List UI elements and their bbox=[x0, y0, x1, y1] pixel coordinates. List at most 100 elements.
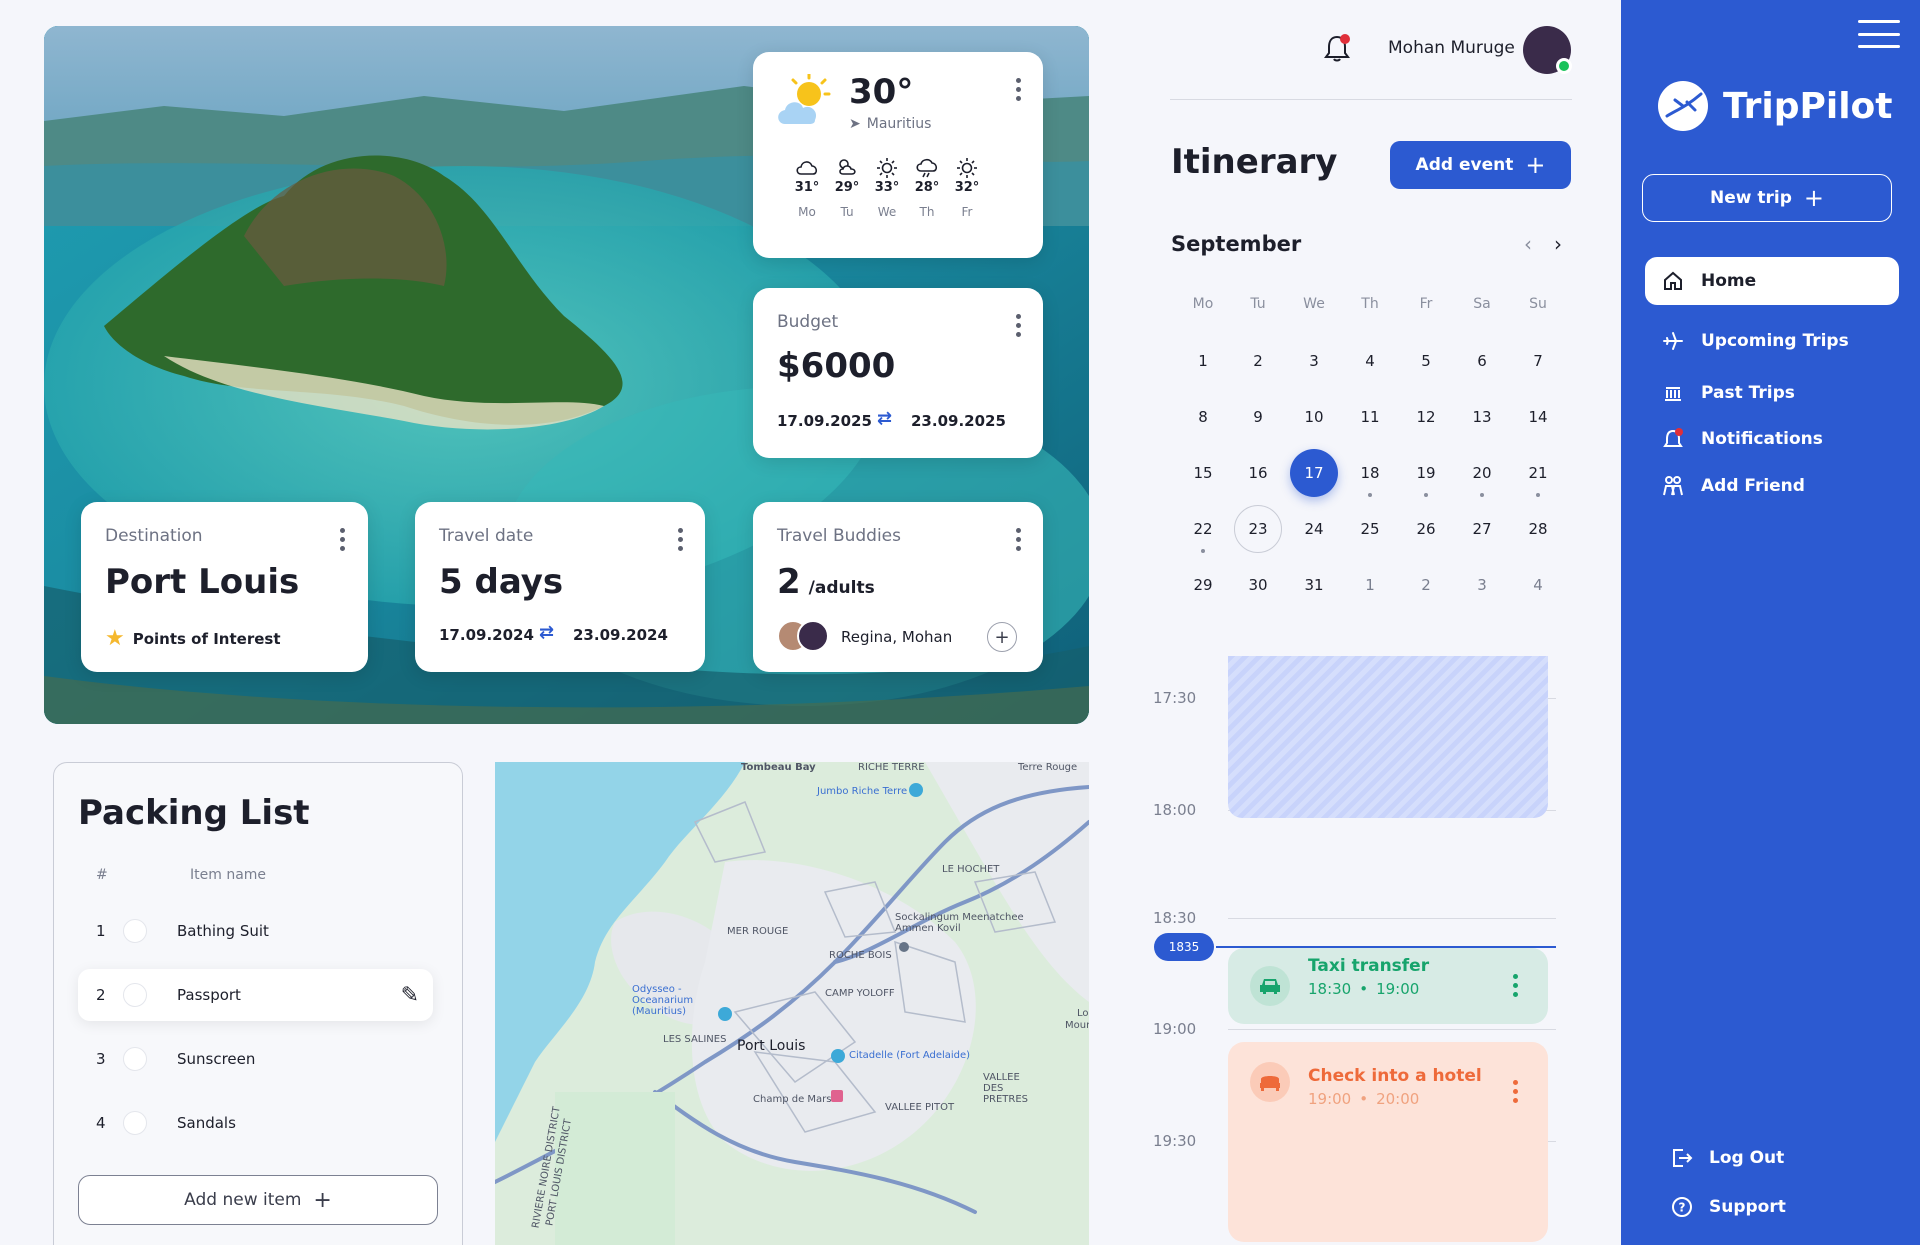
add-buddy-button[interactable]: + bbox=[987, 622, 1017, 652]
map-label-port-louis: Port Louis bbox=[737, 1038, 806, 1054]
calendar-day[interactable]: 14 bbox=[1514, 393, 1562, 441]
sidebar-item-past-trips[interactable]: Past Trips bbox=[1645, 369, 1899, 417]
calendar-day[interactable]: 7 bbox=[1514, 337, 1562, 385]
buddies-menu-icon[interactable] bbox=[1015, 528, 1021, 551]
swap-icon: ⇄ bbox=[877, 408, 893, 429]
help-icon: ? bbox=[1655, 1196, 1709, 1218]
calendar-day[interactable]: 5 bbox=[1402, 337, 1450, 385]
travel-date-label: Travel date bbox=[439, 526, 534, 546]
forecast-day-label: Tu bbox=[840, 205, 854, 219]
support-button[interactable]: ? Support bbox=[1655, 1183, 1909, 1231]
calendar-day[interactable]: 29 bbox=[1179, 561, 1227, 609]
forecast-day: 32° Fr bbox=[949, 158, 985, 219]
calendar-day[interactable]: 8 bbox=[1179, 393, 1227, 441]
bell-icon[interactable] bbox=[1324, 34, 1350, 66]
calendar-day[interactable]: 11 bbox=[1346, 393, 1394, 441]
calendar-day[interactable]: 27 bbox=[1458, 505, 1506, 553]
calendar-day[interactable]: 16 bbox=[1234, 449, 1282, 497]
map-label-le-hochet: LE HOCHET bbox=[942, 864, 1000, 875]
sidebar-item-notifications[interactable]: Notifications bbox=[1645, 415, 1899, 463]
calendar-day[interactable]: 21 bbox=[1514, 449, 1562, 497]
calendar-day[interactable]: 28 bbox=[1514, 505, 1562, 553]
calendar-day[interactable]: 19 bbox=[1402, 449, 1450, 497]
calendar-day[interactable]: 23 bbox=[1234, 505, 1282, 553]
sidebar-item-home[interactable]: Home bbox=[1645, 257, 1899, 305]
calendar-day[interactable]: 4 bbox=[1346, 337, 1394, 385]
calendar-day[interactable]: 6 bbox=[1458, 337, 1506, 385]
weather-card: 30° ➤ Mauritius 31° Mo 29° Tu 33° We 28° Th 32° F… bbox=[753, 52, 1043, 258]
calendar-day[interactable]: 25 bbox=[1346, 505, 1394, 553]
calendar-day[interactable]: 2 bbox=[1402, 561, 1450, 609]
packing-checkbox[interactable] bbox=[123, 1047, 147, 1071]
event-dot bbox=[1536, 493, 1540, 497]
packing-row[interactable]: 1 Bathing Suit bbox=[78, 905, 433, 957]
event-taxi-transfer[interactable]: Taxi transfer 18:30 • 19:00 bbox=[1228, 948, 1548, 1024]
packing-list-panel: Packing List # Item name 1 Bathing Suit … bbox=[53, 762, 463, 1245]
user-name[interactable]: Mohan Muruge bbox=[1388, 38, 1515, 58]
forecast-day: 29° Tu bbox=[829, 158, 865, 219]
hamburger-menu-icon[interactable] bbox=[1858, 20, 1900, 48]
calendar-day[interactable]: 2 bbox=[1234, 337, 1282, 385]
calendar-day[interactable]: 10 bbox=[1290, 393, 1338, 441]
add-new-item-button[interactable]: Add new item + bbox=[78, 1175, 438, 1225]
travel-menu-icon[interactable] bbox=[677, 528, 683, 551]
budget-menu-icon[interactable] bbox=[1015, 314, 1021, 337]
event-check-into-hotel[interactable]: Check into a hotel 19:00 • 20:00 bbox=[1228, 1042, 1548, 1242]
packing-row[interactable]: 3 Sunscreen bbox=[78, 1033, 433, 1085]
weather-menu-icon[interactable] bbox=[1015, 78, 1021, 101]
map-view[interactable]: Tombeau Bay RICHE TERRE Jumbo Riche Terr… bbox=[495, 762, 1089, 1245]
calendar-day[interactable]: 22 bbox=[1179, 505, 1227, 553]
packing-row[interactable]: 4 Sandals bbox=[78, 1097, 433, 1149]
timeline-time-label: 19:30 bbox=[1153, 1132, 1197, 1150]
forecast-day: 33° We bbox=[869, 158, 905, 219]
packing-checkbox[interactable] bbox=[123, 1111, 147, 1135]
event-menu-icon[interactable] bbox=[1512, 974, 1518, 997]
calendar-day[interactable]: 18 bbox=[1346, 449, 1394, 497]
calendar-day[interactable]: 1 bbox=[1179, 337, 1227, 385]
packing-checkbox[interactable] bbox=[123, 919, 147, 943]
calendar-day[interactable]: 3 bbox=[1290, 337, 1338, 385]
brand[interactable]: TripPilot bbox=[1657, 80, 1892, 132]
map-label-lo: Lo bbox=[1077, 1008, 1089, 1019]
destination-menu-icon[interactable] bbox=[339, 528, 345, 551]
calendar-day[interactable]: 26 bbox=[1402, 505, 1450, 553]
calendar-day[interactable]: 3 bbox=[1458, 561, 1506, 609]
map-label-sockalingum: Sockalingum Meenatchee Ammen Kovil bbox=[895, 912, 1024, 934]
map-label-vallee-pretres: VALLEE DES PRETRES bbox=[983, 1072, 1029, 1105]
event-dot bbox=[1424, 493, 1428, 497]
map-label-tombeau: Tombeau Bay bbox=[741, 762, 816, 773]
event-menu-icon[interactable] bbox=[1512, 1080, 1518, 1103]
calendar-day[interactable]: 15 bbox=[1179, 449, 1227, 497]
map-label-roche-bois: ROCHE BOIS bbox=[829, 950, 892, 961]
poi-link[interactable]: ★ Points of Interest bbox=[105, 626, 281, 651]
event-time: 18:30 • 19:00 bbox=[1308, 980, 1419, 998]
packing-row-num: 3 bbox=[96, 1050, 106, 1068]
calendar-day[interactable]: 13 bbox=[1458, 393, 1506, 441]
logout-button[interactable]: Log Out bbox=[1655, 1134, 1909, 1182]
calendar-day[interactable]: 12 bbox=[1402, 393, 1450, 441]
chevron-left-icon[interactable]: ‹ bbox=[1524, 232, 1532, 256]
packing-checkbox[interactable] bbox=[123, 983, 147, 1007]
cloud-icon bbox=[789, 158, 825, 180]
calendar-day[interactable]: 31 bbox=[1290, 561, 1338, 609]
edit-pencil-icon[interactable]: ✎ bbox=[401, 983, 419, 1008]
calendar-day[interactable]: 9 bbox=[1234, 393, 1282, 441]
calendar-day[interactable]: 20 bbox=[1458, 449, 1506, 497]
calendar-day[interactable]: 24 bbox=[1290, 505, 1338, 553]
sidebar-item-label: Add Friend bbox=[1701, 476, 1805, 496]
calendar-day[interactable]: 1 bbox=[1346, 561, 1394, 609]
packing-row[interactable]: 2 Passport ✎ bbox=[78, 969, 433, 1021]
chevron-right-icon[interactable]: › bbox=[1554, 232, 1562, 256]
calendar-day[interactable]: 30 bbox=[1234, 561, 1282, 609]
destination-name: Port Louis bbox=[105, 562, 300, 602]
calendar-day[interactable]: 17 bbox=[1290, 449, 1338, 497]
sidebar-item-label: Upcoming Trips bbox=[1701, 331, 1849, 351]
timeline-time-label: 17:30 bbox=[1153, 689, 1197, 707]
add-event-button[interactable]: Add event + bbox=[1390, 141, 1571, 189]
calendar-day[interactable]: 4 bbox=[1514, 561, 1562, 609]
new-trip-label: New trip bbox=[1710, 188, 1792, 208]
new-trip-button[interactable]: New trip + bbox=[1642, 174, 1892, 222]
sidebar-item-upcoming-trips[interactable]: Upcoming Trips bbox=[1645, 317, 1899, 365]
sidebar-item-add-friend[interactable]: Add Friend bbox=[1645, 462, 1899, 510]
weekday-label: Mo bbox=[1192, 296, 1214, 312]
